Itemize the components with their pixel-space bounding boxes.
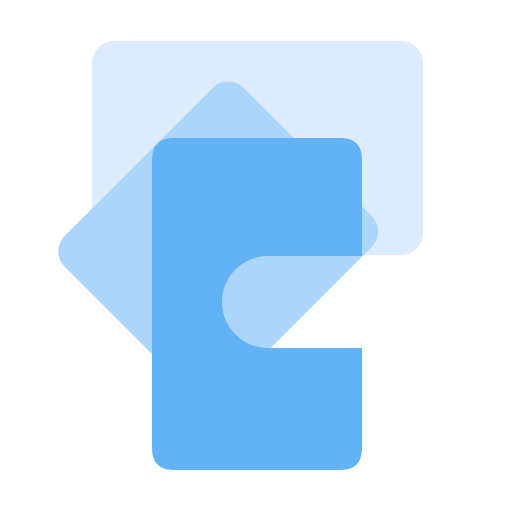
layered-cards-logo-icon xyxy=(58,41,423,470)
logo-canvas xyxy=(0,0,512,512)
